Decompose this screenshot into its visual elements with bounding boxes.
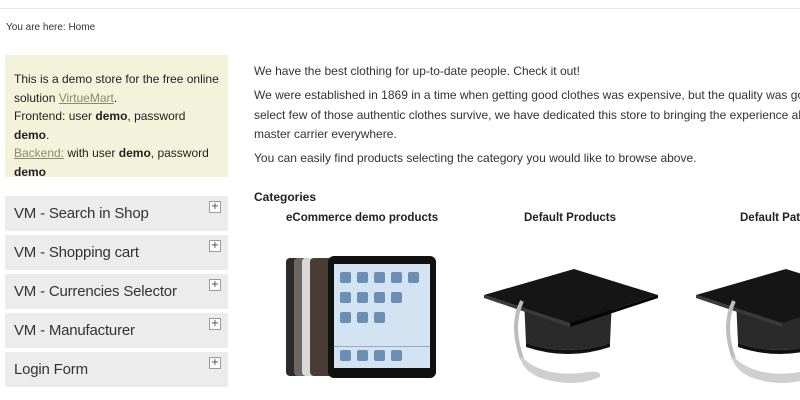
intro-paragraph-3: You can easily find products selecting t… xyxy=(254,151,697,165)
graduation-cap-icon[interactable] xyxy=(482,265,660,383)
module-title: VM - Search in Shop xyxy=(14,205,149,222)
categories-heading: Categories xyxy=(254,190,317,204)
notice-demo-user: demo xyxy=(95,109,128,123)
main-content: We have the best clothing for up-to-date… xyxy=(254,0,800,400)
module-title: VM - Manufacturer xyxy=(14,322,135,339)
expand-icon[interactable]: + xyxy=(209,201,221,213)
notice-backend-password-label: password xyxy=(157,146,209,160)
notice-password-label: password xyxy=(134,109,186,123)
notice-demo-password: demo xyxy=(14,127,47,142)
expand-icon[interactable]: + xyxy=(209,279,221,291)
virtuemart-link[interactable]: VirtueMart xyxy=(59,91,114,105)
tablet-product-icon[interactable] xyxy=(284,252,438,380)
module-search-in-shop[interactable]: VM - Search in Shop + xyxy=(5,196,228,231)
demo-store-notice: This is a demo store for the free online… xyxy=(5,55,228,179)
module-manufacturer[interactable]: VM - Manufacturer + xyxy=(5,313,228,348)
category-title-default-products[interactable]: Default Products xyxy=(524,212,616,224)
module-currencies-selector[interactable]: VM - Currencies Selector + xyxy=(5,274,228,309)
intro-paragraph-2-line-1: We were established in 1869 in a time wh… xyxy=(254,88,800,102)
notice-text: This is a demo store for the free online… xyxy=(14,72,219,105)
backend-link[interactable]: Backend: xyxy=(14,146,64,160)
expand-icon[interactable]: + xyxy=(209,357,221,369)
breadcrumb: You are here: Home xyxy=(6,22,96,33)
module-title: VM - Currencies Selector xyxy=(14,283,177,300)
expand-icon[interactable]: + xyxy=(209,318,221,330)
intro-paragraph-2-line-2: select few of those authentic clothes su… xyxy=(254,107,800,122)
module-title: Login Form xyxy=(14,361,88,378)
notice-backend-text: with user xyxy=(67,146,116,160)
intro-paragraph-2-line-3: master carrier everywhere. xyxy=(254,127,397,141)
module-login-form[interactable]: Login Form + xyxy=(5,352,228,387)
module-title: VM - Shopping cart xyxy=(14,244,139,261)
notice-frontend-label: Frontend: user xyxy=(14,109,93,123)
graduation-cap-icon[interactable] xyxy=(694,265,800,383)
notice-backend-user: demo xyxy=(118,146,151,160)
notice-backend-password: demo xyxy=(14,164,47,179)
category-title-default-pattern[interactable]: Default Pattern xyxy=(740,212,800,224)
category-title-ecommerce-demo-products[interactable]: eCommerce demo products xyxy=(286,212,438,224)
intro-paragraph-1: We have the best clothing for up-to-date… xyxy=(254,64,580,78)
expand-icon[interactable]: + xyxy=(209,240,221,252)
module-shopping-cart[interactable]: VM - Shopping cart + xyxy=(5,235,228,270)
